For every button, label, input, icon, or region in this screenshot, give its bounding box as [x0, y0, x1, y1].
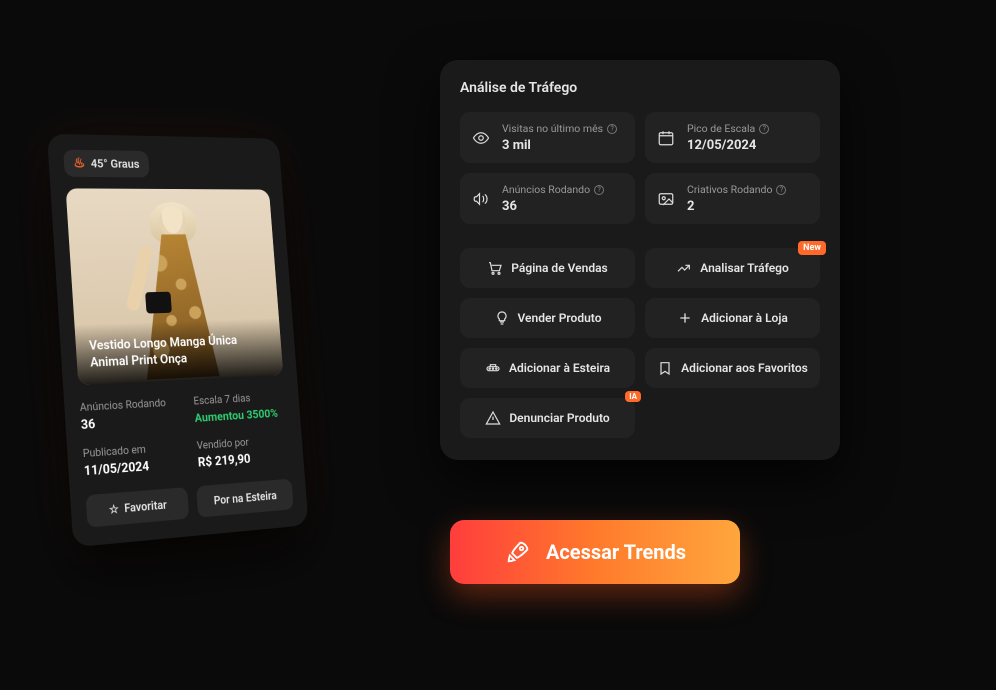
- help-icon[interactable]: ?: [607, 124, 617, 134]
- heat-label: 45° Graus: [90, 157, 140, 171]
- meta-value: 11/05/2024: [84, 457, 183, 479]
- esteira-button[interactable]: Por na Esteira: [196, 479, 294, 518]
- report-product-button[interactable]: Denunciar Produto IA: [460, 398, 635, 438]
- stat-label: Pico de Escala?: [687, 122, 769, 135]
- meta-ads: Anúncios Rodando 36: [79, 396, 179, 433]
- product-meta: Anúncios Rodando 36 Escala 7 dias Aument…: [79, 390, 290, 479]
- new-badge: New: [798, 241, 826, 255]
- product-image: Vestido Longo Manga Única Animal Print O…: [66, 188, 284, 385]
- meta-value: Aumentou 3500%: [194, 406, 286, 425]
- add-esteira-button[interactable]: Adicionar à Esteira: [460, 348, 635, 388]
- warning-icon: [485, 410, 501, 426]
- stat-label: Visitas no último mês?: [502, 122, 617, 135]
- help-icon[interactable]: ?: [759, 124, 769, 134]
- favorite-button[interactable]: ☆ Favoritar: [86, 487, 190, 528]
- button-label: Vender Produto: [518, 311, 602, 325]
- card-actions: ☆ Favoritar Por na Esteira: [86, 479, 294, 528]
- help-icon[interactable]: ?: [594, 185, 604, 195]
- stat-value: 12/05/2024: [687, 138, 769, 153]
- button-label: Adicionar à Loja: [701, 311, 788, 325]
- stat-creatives: Criativos Rodando? 2: [645, 173, 820, 224]
- eye-icon: [472, 129, 490, 147]
- stat-label: Criativos Rodando?: [687, 183, 786, 196]
- megaphone-icon: [472, 190, 490, 208]
- stats-grid: Visitas no último mês? 3 mil Pico de Esc…: [460, 112, 820, 224]
- cart-icon: [487, 260, 503, 276]
- star-icon: ☆: [109, 502, 120, 517]
- bookmark-icon: [657, 360, 673, 376]
- meta-label: Anúncios Rodando: [79, 396, 177, 414]
- stat-value: 3 mil: [502, 138, 617, 153]
- help-icon[interactable]: ?: [776, 185, 786, 195]
- meta-label: Escala 7 dias: [193, 390, 285, 408]
- button-label: Analisar Tráfego: [700, 261, 789, 275]
- favorite-label: Favoritar: [124, 498, 167, 516]
- meta-price: Vendido por R$ 219,90: [196, 433, 290, 470]
- heat-chip: ♨ 45° Graus: [63, 150, 149, 178]
- product-card-wrapper: ♨ 45° Graus Vestido Longo Manga Única An…: [60, 130, 320, 546]
- sales-page-button[interactable]: Página de Vendas: [460, 248, 635, 288]
- ia-badge: IA: [625, 391, 641, 402]
- stat-label: Anúncios Rodando?: [502, 183, 604, 196]
- rocket-icon: [504, 538, 532, 566]
- product-title: Vestido Longo Manga Única Animal Print O…: [74, 318, 283, 385]
- analyze-traffic-button[interactable]: Analisar Tráfego New: [645, 248, 820, 288]
- stat-value: 2: [687, 199, 786, 214]
- product-card: ♨ 45° Graus Vestido Longo Manga Única An…: [47, 134, 309, 548]
- sell-product-button[interactable]: Vender Produto: [460, 298, 635, 338]
- flame-icon: ♨: [73, 156, 86, 172]
- meta-published: Publicado em 11/05/2024: [82, 440, 182, 479]
- meta-value: 36: [81, 412, 180, 433]
- stat-visits: Visitas no último mês? 3 mil: [460, 112, 635, 163]
- stat-ads: Anúncios Rodando? 36: [460, 173, 635, 224]
- lightbulb-icon: [494, 310, 510, 326]
- button-label: Denunciar Produto: [509, 411, 609, 425]
- access-trends-button[interactable]: Acessar Trends: [450, 520, 740, 584]
- stat-value: 36: [502, 199, 604, 214]
- button-label: Adicionar aos Favoritos: [681, 361, 808, 375]
- meta-value: R$ 219,90: [197, 449, 290, 470]
- calendar-icon: [657, 129, 675, 147]
- cta-label: Acessar Trends: [546, 540, 686, 564]
- image-icon: [657, 190, 675, 208]
- esteira-label: Por na Esteira: [213, 489, 277, 508]
- trending-up-icon: [676, 260, 692, 276]
- button-label: Página de Vendas: [511, 261, 607, 275]
- traffic-analysis-panel: Análise de Tráfego Visitas no último mês…: [440, 60, 840, 460]
- add-store-button[interactable]: Adicionar à Loja: [645, 298, 820, 338]
- panel-title: Análise de Tráfego: [460, 80, 820, 96]
- plus-icon: [677, 310, 693, 326]
- stat-peak: Pico de Escala? 12/05/2024: [645, 112, 820, 163]
- add-favorites-button[interactable]: Adicionar aos Favoritos: [645, 348, 820, 388]
- actions-grid: Página de Vendas Analisar Tráfego New Ve…: [460, 248, 820, 438]
- button-label: Adicionar à Esteira: [509, 361, 610, 375]
- meta-scale: Escala 7 dias Aumentou 3500%: [193, 390, 287, 426]
- meta-label: Vendido por: [196, 433, 288, 452]
- conveyor-icon: [485, 360, 501, 376]
